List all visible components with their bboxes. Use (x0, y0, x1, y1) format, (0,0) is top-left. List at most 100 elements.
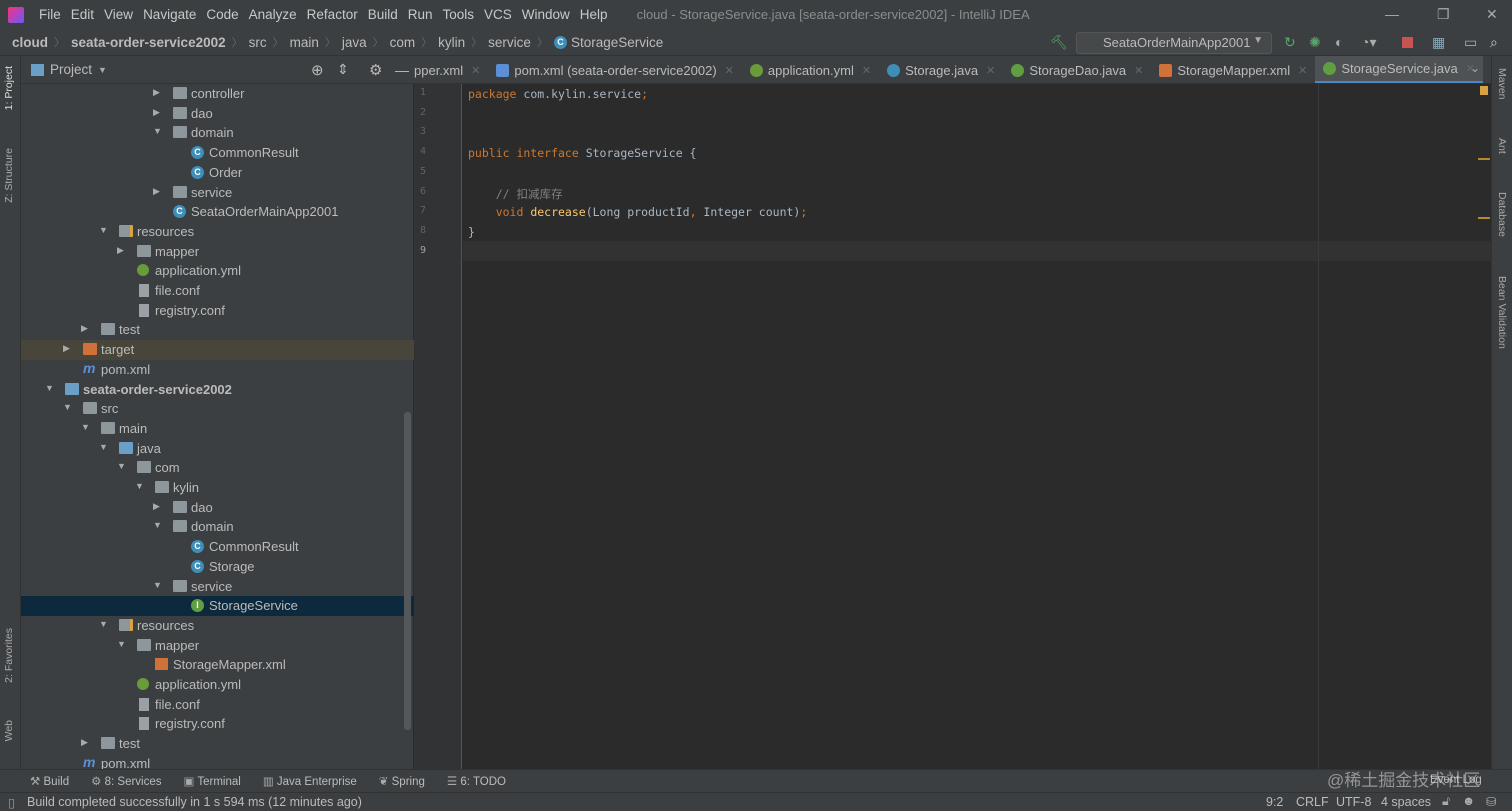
tool-window-java-enterprise[interactable]: ▥ Java Enterprise (263, 774, 357, 788)
profile-icon[interactable]: ◔▾ (1361, 34, 1376, 51)
tree-item[interactable]: ▼ java (21, 439, 414, 459)
menu-code[interactable]: Code (201, 7, 243, 22)
menu-run[interactable]: Run (403, 7, 438, 22)
close-tab-icon[interactable]: ✕ (1134, 64, 1143, 77)
menu-view[interactable]: View (99, 7, 138, 22)
close-tab-icon[interactable]: ✕ (1298, 64, 1307, 77)
breadcrumb-item[interactable]: service (488, 35, 531, 50)
minimize-button[interactable]: — (1385, 6, 1399, 22)
tree-item[interactable]: ▶ test (21, 734, 414, 754)
tree-item[interactable]: file.conf (21, 281, 414, 301)
line-separator[interactable]: CRLF (1296, 795, 1329, 809)
close-tab-icon[interactable]: ✕ (725, 64, 734, 77)
editor-tab[interactable]: pom.xml (seata-order-service2002) ✕ (488, 56, 742, 83)
inspection-warning-icon[interactable] (1480, 86, 1488, 95)
tree-item[interactable]: C Storage (21, 557, 414, 577)
tree-item[interactable]: ▼ resources (21, 222, 414, 242)
menu-file[interactable]: File (34, 7, 66, 22)
tool-window-spring[interactable]: ❦ Spring (379, 774, 425, 788)
tree-item[interactable]: ▶ target (21, 340, 414, 360)
tool-window-8-services[interactable]: ⚙ 8: Services (91, 774, 161, 788)
expanded-arrow-icon[interactable]: ▼ (153, 580, 162, 590)
tree-item[interactable]: ▼ service (21, 577, 414, 597)
collapsed-arrow-icon[interactable]: ▶ (81, 323, 88, 334)
lock-icon[interactable]: 🔓︎ (1442, 794, 1450, 809)
tree-scrollbar[interactable] (404, 412, 411, 730)
collapsed-arrow-icon[interactable]: ▶ (153, 107, 160, 118)
close-tab-icon[interactable]: ✕ (471, 64, 480, 77)
expanded-arrow-icon[interactable]: ▼ (81, 422, 90, 432)
menu-refactor[interactable]: Refactor (302, 7, 363, 22)
tool-tab-structure[interactable]: Z: Structure (3, 148, 15, 203)
tree-item[interactable]: application.yml (21, 675, 414, 695)
tool-window-6-todo[interactable]: ☰ 6: TODO (447, 774, 506, 788)
close-tab-icon[interactable]: ✕ (862, 64, 871, 77)
breadcrumb-item[interactable]: cloud (12, 35, 48, 50)
expanded-arrow-icon[interactable]: ▼ (153, 126, 162, 136)
tree-item[interactable]: ▼ mapper (21, 636, 414, 656)
tree-item[interactable]: m pom.xml (21, 360, 414, 380)
tree-item[interactable]: ▶ dao (21, 104, 414, 124)
editor-tab[interactable]: Storage.java ✕ (879, 56, 1003, 83)
tree-item[interactable]: StorageMapper.xml (21, 655, 414, 675)
tool-tab-bean-validation[interactable]: Bean Validation (1496, 276, 1508, 349)
expanded-arrow-icon[interactable]: ▼ (117, 639, 126, 649)
expanded-arrow-icon[interactable]: ▼ (99, 619, 108, 629)
expanded-arrow-icon[interactable]: ▼ (63, 402, 72, 412)
tree-item[interactable]: ▼ domain (21, 123, 414, 143)
tree-item[interactable]: ▶ mapper (21, 242, 414, 262)
tree-item[interactable]: ▶ service (21, 183, 414, 203)
close-button[interactable]: ✕ (1486, 6, 1498, 23)
menu-vcs[interactable]: VCS (479, 7, 517, 22)
run-config-select[interactable]: SeataOrderMainApp2001 ▼ (1076, 32, 1272, 54)
breadcrumb-item[interactable]: StorageService (571, 35, 663, 50)
chevron-down-icon[interactable]: ▼ (98, 65, 107, 75)
close-tab-icon[interactable]: ✕ (986, 64, 995, 77)
tool-tab-web[interactable]: Web (3, 720, 15, 741)
tree-item[interactable]: registry.conf (21, 714, 414, 734)
file-encoding[interactable]: UTF-8 (1336, 795, 1371, 809)
tree-item[interactable]: ▶ test (21, 320, 414, 340)
project-structure-icon[interactable]: ▦ (1432, 34, 1445, 51)
tree-item[interactable]: C CommonResult (21, 537, 414, 557)
tree-item[interactable]: ▼ main (21, 419, 414, 439)
expanded-arrow-icon[interactable]: ▼ (45, 383, 54, 393)
hide-panel-icon[interactable]: — (395, 62, 409, 78)
error-stripe-mark[interactable] (1478, 158, 1490, 160)
collapse-all-icon[interactable]: ⇕ (337, 61, 349, 78)
code-editor[interactable]: package com.kylin.service; public interfa… (463, 84, 1491, 769)
tree-item[interactable]: application.yml (21, 261, 414, 281)
editor-tab[interactable]: StorageMapper.xml ✕ (1151, 56, 1315, 83)
error-stripe-mark[interactable] (1478, 217, 1490, 219)
collapsed-arrow-icon[interactable]: ▶ (153, 87, 160, 98)
menu-tools[interactable]: Tools (438, 7, 480, 22)
maximize-button[interactable]: ❐ (1437, 6, 1450, 23)
tree-item[interactable]: ▶ dao (21, 498, 414, 518)
collapsed-arrow-icon[interactable]: ▶ (153, 186, 160, 197)
locate-icon[interactable]: ⊕ (311, 61, 324, 79)
tool-tab-project[interactable]: 1: Project (3, 66, 15, 110)
tree-item[interactable]: ▼ domain (21, 517, 414, 537)
tree-item[interactable]: ▼ resources (21, 616, 414, 636)
expanded-arrow-icon[interactable]: ▼ (99, 225, 108, 235)
editor-tab[interactable]: application.yml ✕ (742, 56, 879, 83)
terminal-icon[interactable]: ▭ (1464, 34, 1477, 51)
search-icon[interactable]: ⌕ (1490, 34, 1498, 51)
tree-item[interactable]: ▶ controller (21, 84, 414, 104)
memory-icon[interactable]: ⛁ (1486, 794, 1496, 809)
breadcrumb-item[interactable]: src (249, 35, 267, 50)
tree-item[interactable]: C CommonResult (21, 143, 414, 163)
editor-tab[interactable]: StorageService.java ✕ (1315, 56, 1483, 83)
tool-window-terminal[interactable]: ▣ Terminal (184, 774, 241, 788)
tool-window-build[interactable]: ⚒ Build (30, 774, 69, 788)
tree-item[interactable]: ▼ kylin (21, 478, 414, 498)
tabs-overflow-chevron-icon[interactable]: ⌄ (1470, 61, 1480, 75)
breadcrumb-item[interactable]: com (390, 35, 416, 50)
tree-item[interactable]: ▼ com (21, 458, 414, 478)
tool-tab-ant[interactable]: Ant (1496, 138, 1508, 154)
menu-navigate[interactable]: Navigate (138, 7, 201, 22)
panel-toggle-icon[interactable]: ▯ (8, 795, 15, 810)
collapsed-arrow-icon[interactable]: ▶ (153, 501, 160, 512)
expanded-arrow-icon[interactable]: ▼ (135, 481, 144, 491)
tree-item[interactable]: registry.conf (21, 301, 414, 321)
